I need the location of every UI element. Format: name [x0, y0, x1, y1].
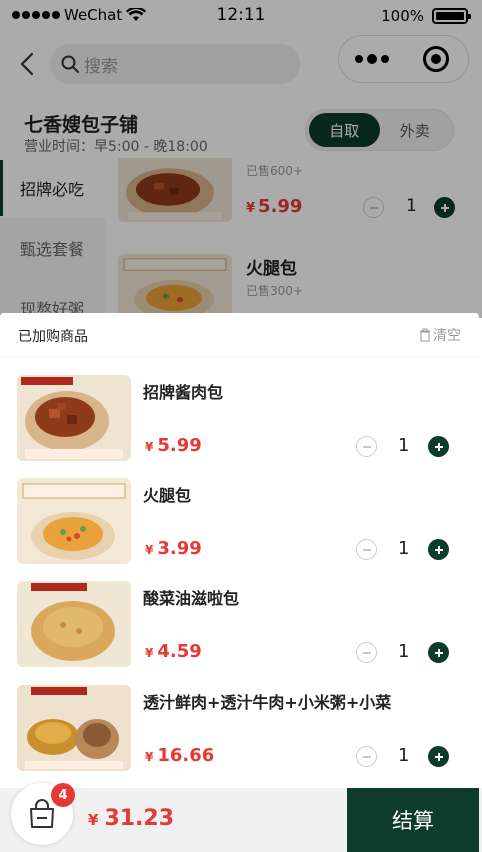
decrease-quantity-button[interactable] — [356, 746, 377, 767]
currency-symbol: ¥ — [88, 811, 99, 829]
shop-hours: 营业时间：早5:00 - 晚18:00 — [24, 139, 208, 155]
currency-symbol: ¥ — [145, 543, 154, 557]
cart-header: 已加购商品 清空 — [0, 313, 479, 357]
cart-title: 已加购商品 — [18, 329, 88, 345]
menu-item[interactable]: 火腿包 已售300+ — [118, 254, 478, 318]
menu-list: 已售600+ ¥5.99 1 火腿包 已售300+ — [106, 158, 482, 318]
total-value: 31.23 — [104, 806, 175, 831]
plus-icon — [434, 752, 443, 761]
quantity-value: 1 — [398, 538, 410, 559]
cart-item: 招牌酱肉包 ¥5.99 1 — [0, 375, 479, 475]
cart-item: 酸菜油滋啦包 ¥4.59 1 — [0, 581, 479, 681]
minus-icon — [362, 651, 371, 654]
cart-item: 火腿包 ¥3.99 1 — [0, 478, 479, 578]
minus-icon — [362, 755, 371, 758]
increase-quantity-button[interactable] — [434, 197, 455, 218]
mode-delivery-button[interactable]: 外卖 — [380, 113, 451, 147]
minus-icon — [362, 445, 371, 448]
cart-item: 透汁鲜肉+透汁牛肉+小米粥+小菜 ¥16.66 1 — [0, 685, 479, 785]
increase-quantity-button[interactable] — [428, 642, 449, 663]
currency-symbol: ¥ — [145, 646, 154, 660]
product-image — [17, 685, 131, 771]
price-value: 4.59 — [157, 641, 202, 662]
battery-group: 100% — [381, 7, 471, 25]
decrease-quantity-button[interactable] — [363, 197, 384, 218]
menu-item-name: 火腿包 — [246, 259, 297, 279]
plus-icon — [440, 203, 449, 212]
category-sidebar: 招牌必吃 甄选套餐 现熬好粥 — [0, 158, 106, 319]
search-input[interactable]: 搜索 — [50, 44, 300, 84]
clear-cart-label: 清空 — [433, 328, 461, 344]
decrease-quantity-button[interactable] — [356, 539, 377, 560]
cart-item-name: 酸菜油滋啦包 — [143, 589, 240, 608]
shop-header: 七香嫂包子铺 营业时间：早5:00 - 晚18:00 自取 外卖 — [0, 92, 482, 158]
battery-icon — [432, 8, 471, 24]
nav-bar: 搜索 — [0, 32, 482, 92]
increase-quantity-button[interactable] — [428, 436, 449, 457]
cart-item-price: ¥16.66 — [145, 745, 214, 766]
currency-symbol: ¥ — [145, 750, 154, 764]
trash-icon — [420, 328, 430, 342]
quantity-value: 1 — [398, 641, 410, 662]
battery-percent: 100% — [381, 7, 424, 25]
price-value: 3.99 — [157, 538, 202, 559]
product-image — [17, 375, 131, 461]
price-value: 16.66 — [157, 745, 215, 766]
price-value: 5.99 — [157, 435, 202, 456]
mini-program-capsule — [338, 35, 469, 83]
price-value: 5.99 — [258, 196, 303, 217]
checkout-button[interactable]: 结算 — [347, 788, 479, 852]
quantity-value: 1 — [406, 196, 417, 216]
category-item[interactable]: 招牌必吃 — [0, 158, 106, 218]
menu-price: ¥5.99 — [246, 196, 302, 217]
cart-count-badge: 4 — [51, 783, 75, 807]
minus-icon — [369, 206, 378, 209]
mode-pickup-button[interactable]: 自取 — [309, 113, 380, 147]
cart-item-name: 透汁鲜肉+透汁牛肉+小米粥+小菜 — [143, 693, 392, 712]
cart-item-price: ¥3.99 — [145, 538, 202, 559]
product-image — [118, 158, 232, 222]
cart-item-price: ¥4.59 — [145, 641, 202, 662]
cart-total: ¥31.23 — [88, 806, 174, 831]
clear-cart-button[interactable]: 清空 — [419, 325, 461, 345]
decrease-quantity-button[interactable] — [356, 436, 377, 457]
product-image — [17, 581, 131, 667]
product-image — [17, 478, 131, 564]
more-icon[interactable] — [339, 54, 405, 64]
close-mini-program-icon[interactable] — [405, 46, 469, 72]
cart-panel: 已加购商品 清空 招牌酱肉包 ¥5.99 1 火腿包 ¥ 3.99 1 酸菜油滋… — [0, 313, 479, 788]
search-icon — [61, 55, 79, 73]
shop-name: 七香嫂包子铺 — [24, 114, 139, 136]
plus-icon — [434, 648, 443, 657]
decrease-quantity-button[interactable] — [356, 642, 377, 663]
quantity-value: 1 — [398, 435, 410, 456]
increase-quantity-button[interactable] — [428, 539, 449, 560]
menu-item[interactable]: 已售600+ ¥5.99 1 — [118, 158, 478, 232]
order-mode-toggle: 自取 外卖 — [305, 109, 454, 151]
search-placeholder: 搜索 — [84, 56, 118, 77]
back-arrow-icon[interactable] — [18, 52, 38, 76]
currency-symbol: ¥ — [145, 440, 154, 454]
category-item[interactable]: 甄选套餐 — [0, 218, 106, 278]
cart-item-name: 火腿包 — [143, 486, 192, 505]
plus-icon — [434, 442, 443, 451]
quantity-value: 1 — [398, 745, 410, 766]
cart-item-price: ¥5.99 — [145, 435, 202, 456]
minus-icon — [362, 548, 371, 551]
increase-quantity-button[interactable] — [428, 746, 449, 767]
cart-item-name: 招牌酱肉包 — [143, 383, 224, 402]
status-bar: WeChat 12:11 100% — [0, 0, 482, 32]
sold-count: 已售600+ — [246, 164, 303, 178]
plus-icon — [434, 545, 443, 554]
sold-count: 已售300+ — [246, 284, 303, 298]
currency-symbol: ¥ — [246, 201, 256, 216]
product-image — [118, 254, 232, 318]
